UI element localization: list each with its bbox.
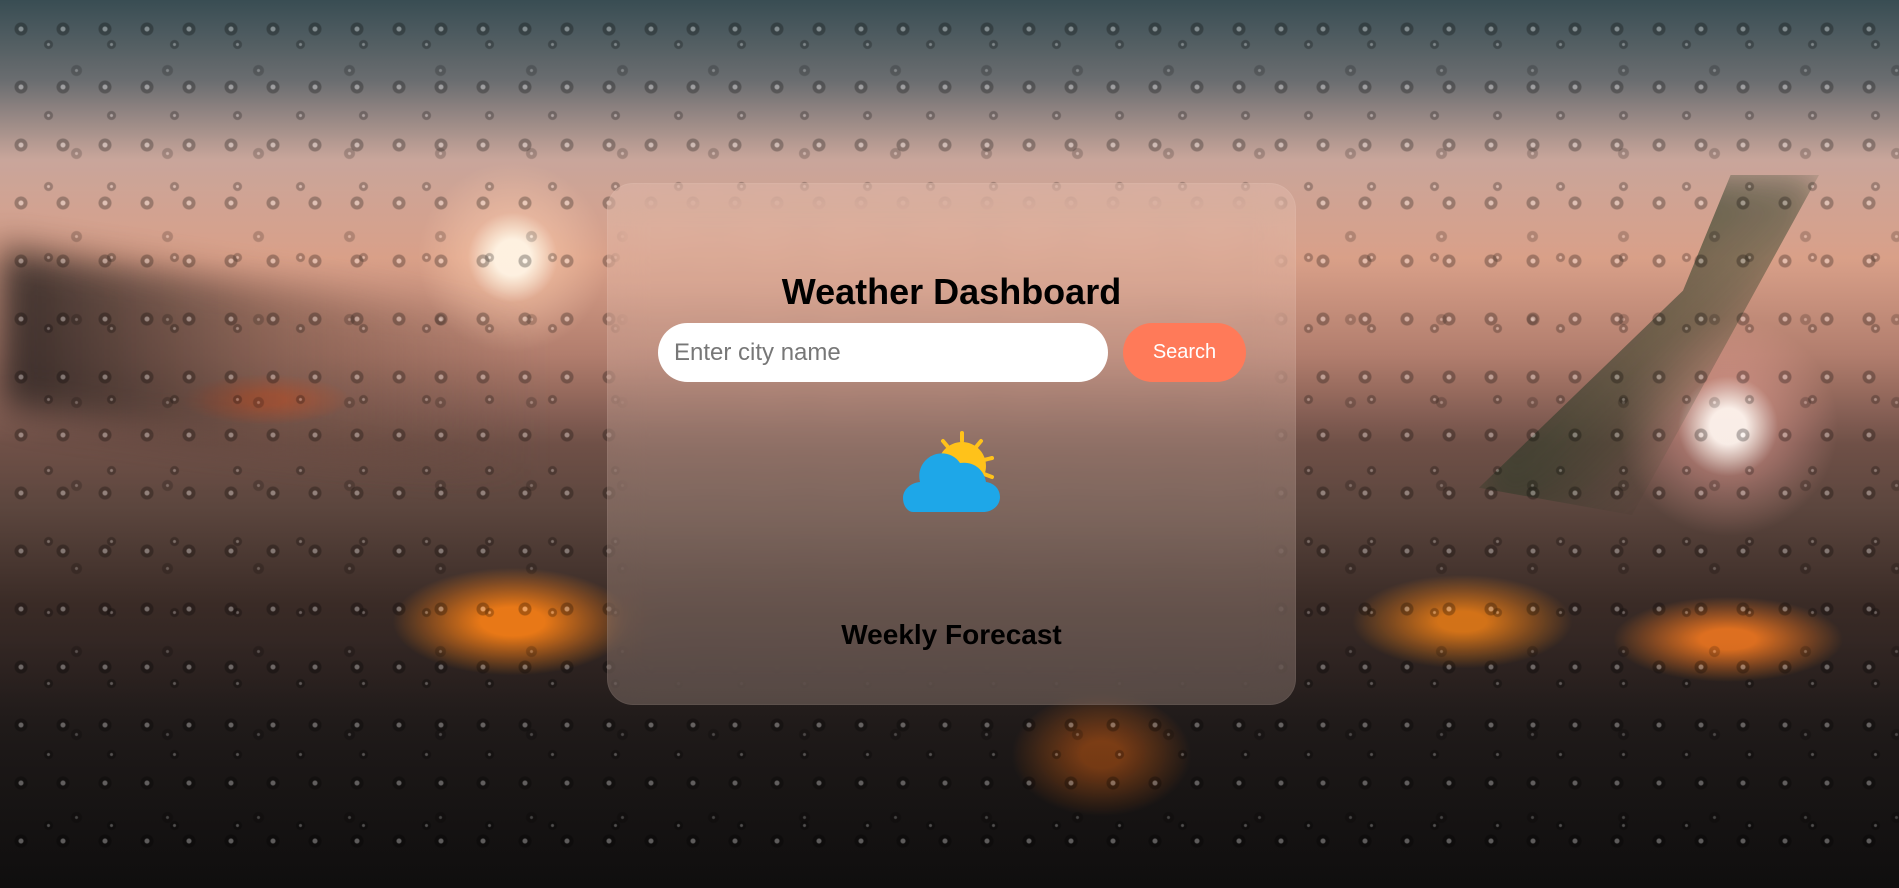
weekly-forecast-title: Weekly Forecast [841, 619, 1062, 651]
city-search-input[interactable] [658, 323, 1108, 382]
partly-cloudy-icon [900, 427, 1008, 519]
page-title: Weather Dashboard [781, 271, 1122, 313]
weather-card: Weather Dashboard Search Weekly Forecast [607, 183, 1296, 705]
search-button[interactable]: Search [1123, 323, 1246, 382]
city-search-form: Search [658, 323, 1246, 382]
